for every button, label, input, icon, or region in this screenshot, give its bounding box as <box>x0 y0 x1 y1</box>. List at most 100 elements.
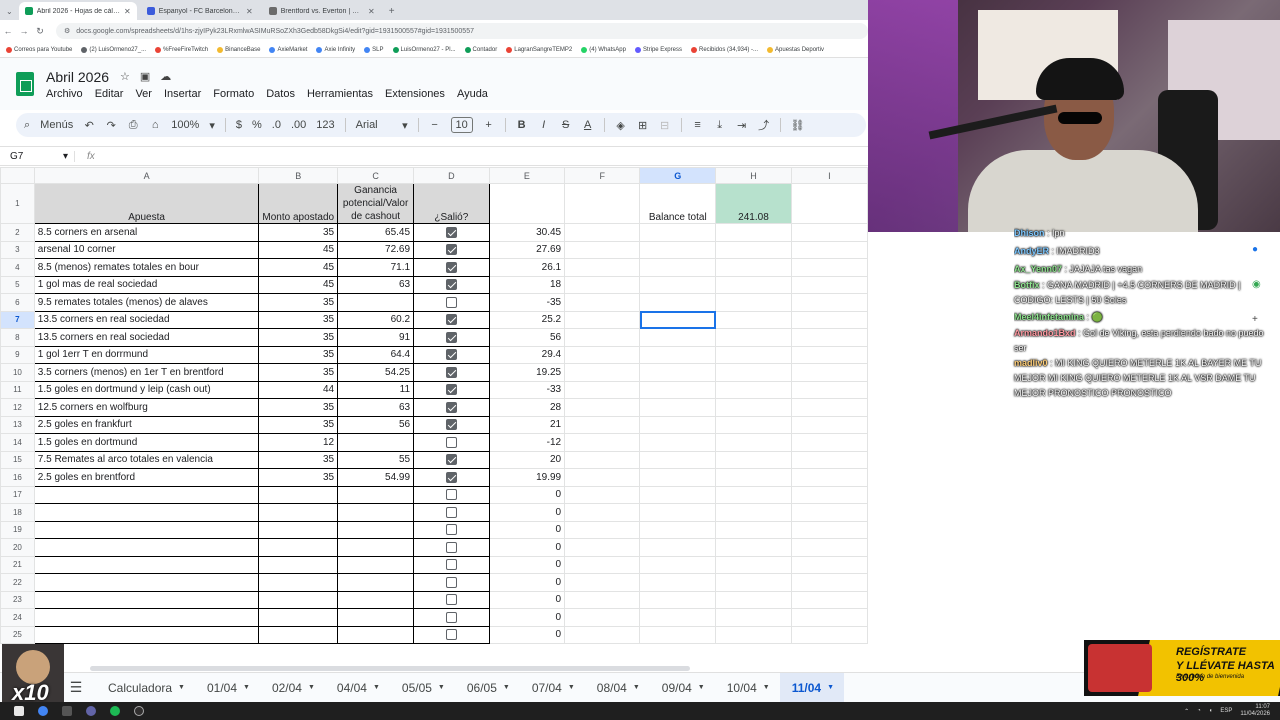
cell[interactable] <box>790 183 868 224</box>
cell[interactable] <box>715 258 792 277</box>
menu-item-ver[interactable]: Ver <box>135 88 152 100</box>
cell[interactable] <box>564 503 641 522</box>
cell-monto[interactable]: 35 <box>258 363 339 382</box>
cell[interactable] <box>564 625 641 644</box>
increase-font-size-icon[interactable]: + <box>483 119 495 131</box>
cell-ganancia[interactable]: 63 <box>337 398 415 417</box>
new-tab-button[interactable]: + <box>389 6 395 17</box>
cell-salio[interactable] <box>413 433 490 452</box>
cell-resultado[interactable]: 29.4 <box>488 345 566 364</box>
cell-resultado[interactable]: 0 <box>488 503 566 522</box>
salio-checkbox[interactable] <box>445 296 457 308</box>
cell-resultado[interactable]: 30.45 <box>488 223 566 242</box>
cell[interactable] <box>715 240 792 259</box>
row-header[interactable]: 15 <box>0 450 35 469</box>
language-indicator[interactable]: ESP <box>1220 708 1232 714</box>
cell[interactable] <box>639 485 717 504</box>
cell-resultado[interactable]: 18 <box>488 275 566 294</box>
column-header-g[interactable]: G <box>639 167 717 184</box>
cell[interactable] <box>715 345 792 364</box>
cell[interactable] <box>715 538 792 557</box>
cell-ganancia[interactable]: 91 <box>337 328 415 347</box>
cell-salio[interactable] <box>413 380 490 399</box>
cell[interactable] <box>564 433 641 452</box>
balance-total-value[interactable]: 241.08 <box>715 183 792 224</box>
move-folder-icon[interactable]: ▣ <box>140 70 150 83</box>
column-header-b[interactable]: B <box>258 167 339 184</box>
salio-checkbox[interactable] <box>445 436 457 448</box>
cell[interactable] <box>564 258 641 277</box>
cell[interactable] <box>790 258 868 277</box>
cell[interactable] <box>564 363 641 382</box>
cell-resultado[interactable]: 0 <box>488 590 566 609</box>
spreadsheet-grid[interactable]: A B C D E F G H I 1 Apuesta Monto aposta… <box>0 167 868 664</box>
cell-apuesta[interactable]: 2.5 goles en frankfurt <box>33 415 260 434</box>
cell-monto[interactable]: 35 <box>258 450 339 469</box>
bookmark-item[interactable]: Axie Infinity <box>316 46 355 53</box>
cell[interactable] <box>639 275 717 294</box>
salio-checkbox[interactable] <box>445 629 457 641</box>
cell-ganancia[interactable]: 54.25 <box>337 363 415 382</box>
cell-resultado[interactable]: 0 <box>488 573 566 592</box>
cell[interactable] <box>715 503 792 522</box>
maps-icon[interactable]: ◉ <box>1252 279 1261 290</box>
cell[interactable] <box>639 625 717 644</box>
header-salio[interactable]: ¿Salió? <box>413 183 490 224</box>
cell[interactable] <box>639 345 717 364</box>
cell[interactable] <box>715 398 792 417</box>
chevron-down-icon[interactable]: ▼ <box>503 684 510 691</box>
column-header-a[interactable]: A <box>33 167 260 184</box>
cell-apuesta[interactable]: 1 gol 1err T en dorrmund <box>33 345 260 364</box>
cell-resultado[interactable]: 19.99 <box>488 468 566 487</box>
cell[interactable] <box>564 398 641 417</box>
cell-monto[interactable]: 35 <box>258 293 339 312</box>
cell-apuesta[interactable] <box>33 608 260 627</box>
cell-resultado[interactable]: 56 <box>488 328 566 347</box>
cell-apuesta[interactable]: 2.5 goles en brentford <box>33 468 260 487</box>
cell[interactable] <box>715 450 792 469</box>
cell-salio[interactable] <box>413 415 490 434</box>
cell[interactable] <box>564 555 641 574</box>
percent-format-button[interactable]: % <box>252 119 262 131</box>
header-apuesta[interactable]: Apuesta <box>33 183 260 224</box>
cell-ganancia[interactable] <box>337 590 415 609</box>
cell[interactable] <box>639 380 717 399</box>
sheet-tab[interactable]: 10/04 ▼ <box>715 673 780 703</box>
bookmark-item[interactable]: AxieMarket <box>269 46 307 53</box>
cell-ganancia[interactable] <box>337 485 415 504</box>
star-icon[interactable]: ☆ <box>120 70 130 83</box>
cell[interactable] <box>790 468 868 487</box>
cell-salio[interactable] <box>413 608 490 627</box>
cell[interactable] <box>715 415 792 434</box>
bookmark-item[interactable]: Apuestas Deportiv <box>767 46 824 53</box>
cell[interactable] <box>639 328 717 347</box>
chevron-down-icon[interactable]: ▼ <box>568 684 575 691</box>
paint-format-icon[interactable]: ⌂ <box>149 119 161 131</box>
cell[interactable] <box>564 328 641 347</box>
cell-apuesta[interactable] <box>33 625 260 644</box>
column-header-e[interactable]: E <box>488 167 566 184</box>
salio-checkbox[interactable] <box>445 384 457 396</box>
tab-list-icon[interactable]: ⌄ <box>6 7 13 16</box>
cell[interactable] <box>790 590 868 609</box>
cell[interactable] <box>639 590 717 609</box>
salio-checkbox[interactable] <box>445 611 457 623</box>
cell[interactable] <box>564 608 641 627</box>
horizontal-align-icon[interactable]: ≡ <box>692 119 704 131</box>
bookmark-item[interactable]: BinanceBase <box>217 46 260 53</box>
cell-ganancia[interactable]: 65.45 <box>337 223 415 242</box>
bookmark-item[interactable]: (4) WhatsApp <box>581 46 626 53</box>
cell[interactable] <box>564 573 641 592</box>
row-header[interactable]: 3 <box>0 240 35 259</box>
cell[interactable] <box>564 240 641 259</box>
cell-ganancia[interactable]: 72.69 <box>337 240 415 259</box>
cell-resultado[interactable]: -12 <box>488 433 566 452</box>
cell-monto[interactable] <box>258 538 339 557</box>
cell[interactable] <box>639 415 717 434</box>
salio-checkbox[interactable] <box>445 419 457 431</box>
cell[interactable] <box>790 520 868 539</box>
row-header[interactable]: 4 <box>0 258 35 277</box>
cell[interactable] <box>564 538 641 557</box>
cell-apuesta[interactable] <box>33 573 260 592</box>
bookmark-item[interactable]: Recibidos (34,934) -... <box>690 46 758 53</box>
